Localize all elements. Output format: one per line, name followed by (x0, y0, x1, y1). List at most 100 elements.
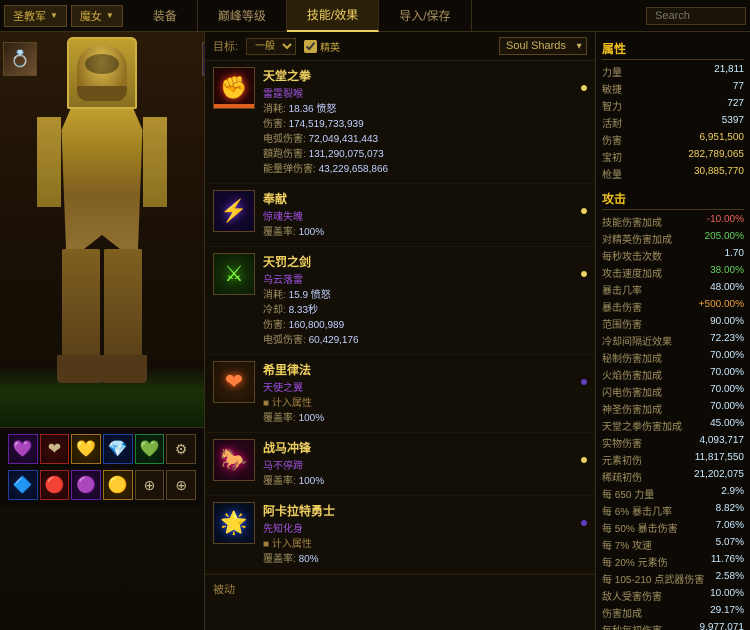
attr-name-per-str: 每 650 力量 (602, 486, 654, 501)
attr-name-int: 智力 (602, 98, 622, 113)
target-select[interactable]: 一般 (246, 38, 296, 55)
gem-slot-11[interactable]: ⊕ (135, 470, 165, 500)
gem-row-2: 🔷 🔴 🟣 🟡 ⊕ ⊕ (4, 467, 200, 503)
gem-slot-5[interactable]: 💚 (135, 434, 165, 464)
attr-value-cdr: 72.23% (710, 333, 744, 348)
skill-name-heaven-sword: 天罚之剑 (263, 253, 573, 270)
gem-slot-7[interactable]: 🔷 (8, 470, 38, 500)
attr-row-per-str: 每 650 力量 2.9% (602, 485, 744, 502)
attr-row-fire: 火焰伤害加成 70.00% (602, 366, 744, 383)
gem-slot-3[interactable]: 💛 (71, 434, 101, 464)
tab-import[interactable]: 导入/保存 (379, 0, 471, 32)
attr-name-cdr: 冷却间隔近效果 (602, 333, 672, 348)
left-arm-visual (37, 117, 61, 207)
eq-slot-ring2[interactable]: 💍 (3, 42, 37, 76)
tab-paragon[interactable]: 巅峰等级 (198, 0, 287, 32)
attr-name-dps: 每秒每初伤害 (602, 622, 662, 630)
skill-icon-warhorse[interactable]: 🐎 (213, 439, 255, 481)
attr-row-cdr: 冷却间隔近效果 72.23% (602, 332, 744, 349)
attr-name-critdmg: 暴击伤害 (602, 299, 642, 314)
attr-name-toughness: 宝初 (602, 149, 622, 164)
gem-slot-8[interactable]: 🔴 (40, 470, 70, 500)
attr-value-elite-dmg: 205.00% (705, 231, 744, 246)
attr-name-fire: 火焰伤害加成 (602, 367, 662, 382)
attr-row-critdmg: 暴击伤害 +500.00% (602, 298, 744, 315)
gem-slot-4[interactable]: 💎 (103, 434, 133, 464)
right-leg-visual (104, 249, 142, 359)
skill-item-warhorse: 🐎 战马冲锋 马不停蹄 覆盖率: 100% (205, 433, 595, 496)
skill-icon-akarat[interactable]: 🌟 (213, 502, 255, 544)
attr-name-enemy-debuff: 敌人受害伤害 (602, 588, 662, 603)
elite-checkbox-label[interactable]: 精英 (304, 39, 340, 54)
skill-stats-warhorse: 覆盖率: 100% (263, 474, 573, 489)
skill-indicator-5 (581, 457, 587, 463)
attr-row-dmg-bonus: 伤害加成 29.17% (602, 604, 744, 621)
skill-indicator-2 (581, 208, 587, 214)
gem-slot-2[interactable]: ❤ (40, 434, 70, 464)
attr-row-int: 智力 727 (602, 97, 744, 114)
skill-rune-akarat: 先知化身 (263, 520, 573, 535)
gem-slot-12[interactable]: ⊕ (166, 470, 196, 500)
skill-item-akarat: 🌟 阿卡拉特勇士 先知化身 ■ 计入属性 覆盖率: 80% (205, 496, 595, 574)
attr-row-enemy-debuff: 敌人受害伤害 10.00% (602, 587, 744, 604)
skill-content-heaven-law: 希里律法 天使之翼 ■ 计入属性 覆盖率: 100% (263, 361, 573, 426)
attr-name-aoe: 范围伤害 (602, 316, 642, 331)
skill-item-heaven-law: ❤ 希里律法 天使之翼 ■ 计入属性 覆盖率: 100% (205, 355, 595, 433)
soul-shards-select[interactable]: Soul Shards (499, 37, 587, 55)
skill-name-heaven-punch: 天堂之拳 (263, 67, 573, 84)
skill-rune-heaven-sword: 乌云落雷 (263, 271, 573, 286)
skill-icon-heaven-punch[interactable]: ✊ (213, 67, 255, 109)
elite-checkbox[interactable] (304, 40, 317, 53)
attr-row-recovery: 枪量 30,885,770 (602, 165, 744, 182)
attr-name-holy: 神圣伤害加成 (602, 401, 662, 416)
right-boot-visual (101, 355, 147, 383)
class-select-primary[interactable]: 圣教军 (4, 5, 67, 27)
gem-slot-9[interactable]: 🟣 (71, 470, 101, 500)
attr-row-dps: 每秒每初伤害 9,977,071 (602, 621, 744, 630)
attr-name-crit: 暴击几率 (602, 282, 642, 297)
skill-stats-heaven-law: ■ 计入属性 覆盖率: 100% (263, 396, 573, 426)
skill-stats-akarat: ■ 计入属性 覆盖率: 80% (263, 537, 573, 567)
gem-slot-10[interactable]: 🟡 (103, 470, 133, 500)
skill-icon-heaven-sword[interactable]: ⚔ (213, 253, 255, 295)
attr-value-elem-dmg: 11,817,550 (695, 452, 744, 467)
skill-name-dedication: 奉献 (263, 190, 573, 207)
attr-value-phys-dmg: 4,093,717 (700, 435, 745, 450)
gem-row-1: 💜 ❤ 💛 💎 💚 ⚙ (4, 431, 200, 467)
attr-row-aoe: 范围伤害 90.00% (602, 315, 744, 332)
top-navigation: 圣教军 魔女 装备 巅峰等级 技能/效果 导入/保存 (0, 0, 750, 32)
attr-value-per-crit: 8.82% (716, 503, 744, 518)
skill-rune-heaven-law: 天使之翼 (263, 379, 573, 394)
left-leg-visual (62, 249, 100, 359)
attr-value-enemy-debuff: 10.00% (710, 588, 744, 603)
skill-rune-heaven-punch: 雷霆裂喉 (263, 85, 573, 100)
helm-visual (67, 37, 137, 109)
attr-name-heaven-punch: 天堂之拳伤害加成 (602, 418, 682, 433)
skill-icon-dedication[interactable]: ⚡ (213, 190, 255, 232)
skill-rune-warhorse: 马不停蹄 (263, 457, 573, 472)
tab-equipment[interactable]: 装备 (133, 0, 198, 32)
attr-name-ias: 攻击速度加成 (602, 265, 662, 280)
attr-value-per-critdmg: 7.06% (716, 520, 744, 535)
attr-value-heaven-punch: 45.00% (710, 418, 744, 433)
class-select-secondary[interactable]: 魔女 (71, 5, 123, 27)
gem-slot-1[interactable]: 💜 (8, 434, 38, 464)
left-boot-visual (57, 355, 103, 383)
skill-content-akarat: 阿卡拉特勇士 先知化身 ■ 计入属性 覆盖率: 80% (263, 502, 573, 567)
attr-name-elite-dmg: 对精英伤害加成 (602, 231, 672, 246)
attr-value-strength: 21,811 (714, 64, 744, 79)
nav-tabs: 装备 巅峰等级 技能/效果 导入/保存 (133, 0, 646, 32)
skill-content-heaven-sword: 天罚之剑 乌云落雷 消耗: 15.9 愤怒 冷却: 8.33秒 伤害: 160,… (263, 253, 573, 348)
search-input[interactable] (646, 7, 746, 25)
attr-row-lightning: 闪电伤害加成 70.00% (602, 383, 744, 400)
attr-row-crit: 暴击几率 48.00% (602, 281, 744, 298)
attr-row-dex: 敏捷 77 (602, 80, 744, 97)
skill-icon-heaven-law[interactable]: ❤ (213, 361, 255, 403)
tab-skills[interactable]: 技能/效果 (287, 0, 379, 32)
skill-name-warhorse: 战马冲锋 (263, 439, 573, 456)
attr-name-strength: 力量 (602, 64, 622, 79)
attributes-panel: 属性 力量 21,811 敏捷 77 智力 727 活耐 5397 伤害 6,9… (595, 32, 750, 630)
attr-name-arcane: 秘制伤害加成 (602, 350, 662, 365)
eq-slot-amulet[interactable]: 📿 (202, 42, 205, 76)
gem-slot-6[interactable]: ⚙ (166, 434, 196, 464)
